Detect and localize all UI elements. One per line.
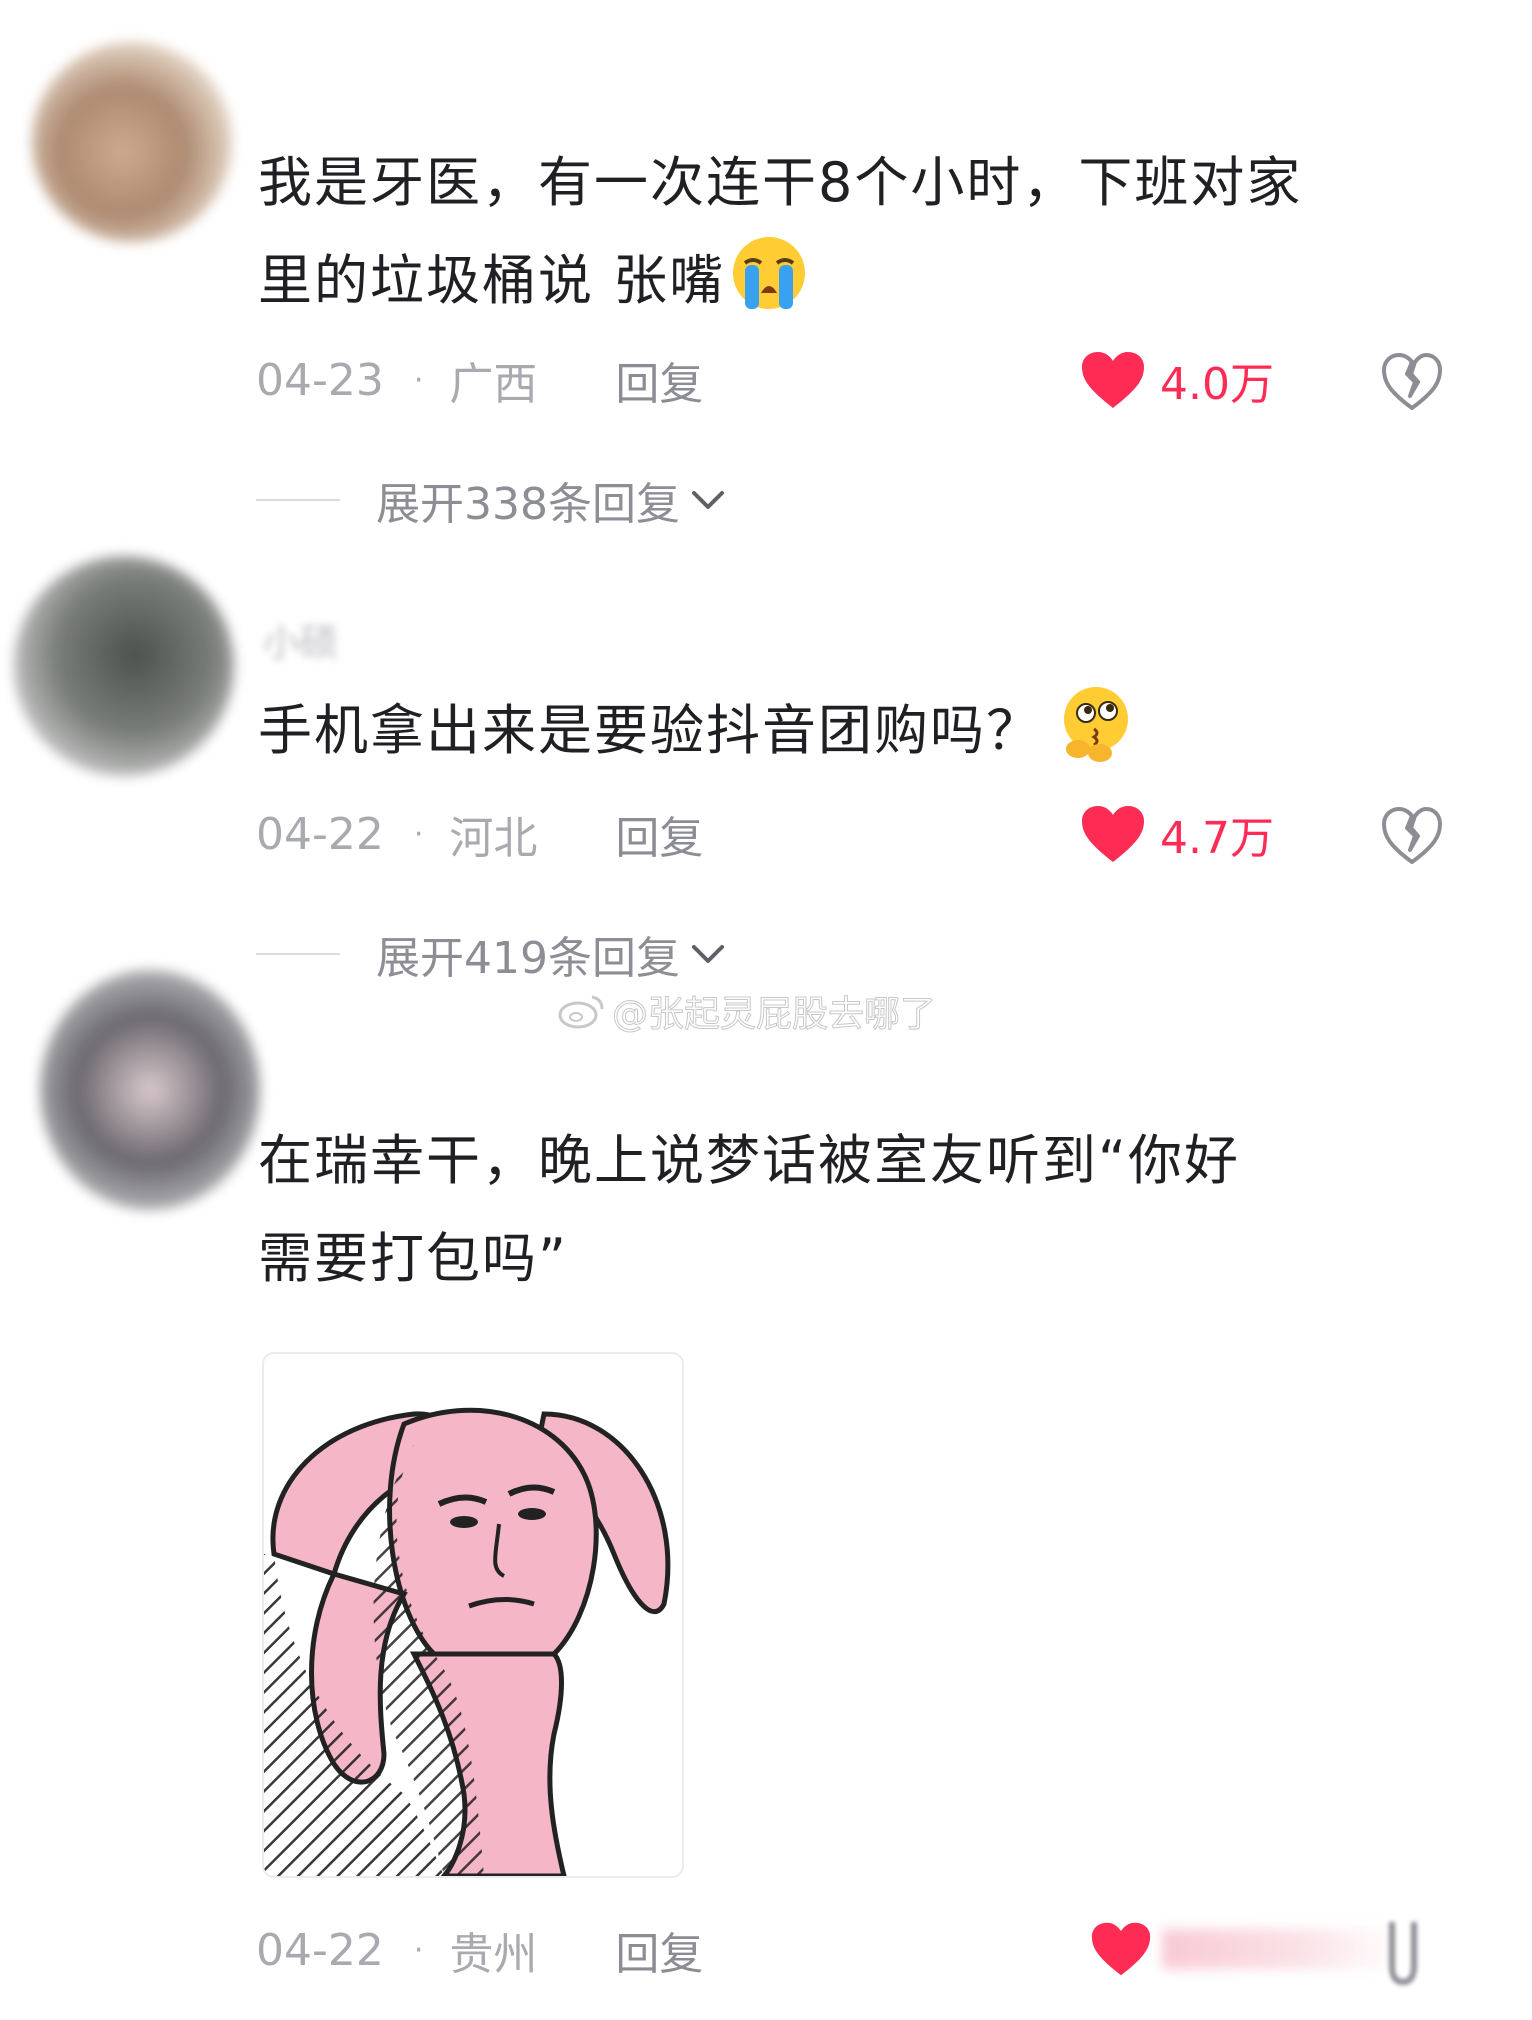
comment-text: 手机拿出来是要验抖音团购吗？ [258, 682, 1134, 780]
expand-replies-button[interactable]: 展开338条回复 [256, 470, 728, 530]
heart-icon [1082, 806, 1144, 862]
watermark-text: @张起灵屁股去哪了 [611, 994, 937, 1036]
avatar[interactable] [32, 42, 232, 242]
separator-dot: · [413, 816, 424, 852]
weibo-icon [558, 995, 604, 1029]
comment-meta: 04-22 · 河北 回复 [256, 802, 703, 866]
pink-bunny-man-face-sticker[interactable] [262, 1352, 684, 1878]
watermark: @张起灵屁股去哪了 [556, 984, 937, 1038]
like-button[interactable]: 4.0万 [1080, 350, 1274, 410]
reply-button[interactable]: 回复 [615, 802, 703, 866]
comment-text: 我是牙医，有一次连干8个小时，下班对家 里的垃圾桶说 张嘴 [258, 134, 1302, 330]
comment-text-line: 我是牙医，有一次连干8个小时，下班对家 [258, 151, 1303, 214]
comment-text-line: 里的垃圾桶说 张嘴 [258, 232, 1302, 330]
divider-line [256, 953, 340, 955]
comment-date: 04-23 [256, 354, 384, 406]
comment-text-line: 在瑞幸干，晚上说梦话被室友听到“你好 [258, 1129, 1240, 1192]
divider-line [256, 499, 340, 501]
comment-meta: 04-22 · 贵州 回复 [256, 1918, 703, 1982]
broken-heart-icon[interactable] [1378, 1916, 1428, 1986]
comment-text-line-text: 里的垃圾桶说 张嘴 [258, 249, 726, 312]
heart-icon [1082, 352, 1144, 408]
username[interactable]: 小硕 [262, 612, 338, 667]
broken-heart-icon[interactable] [1380, 804, 1444, 868]
comment-text-line: 需要打包吗” [258, 1227, 568, 1290]
loudly-crying-face-icon [733, 237, 806, 309]
reply-button[interactable]: 回复 [615, 1918, 703, 1982]
reply-button[interactable]: 回复 [615, 348, 703, 412]
chevron-down-icon [691, 945, 724, 963]
avatar[interactable] [40, 970, 260, 1210]
comment-meta: 04-23 · 广西 回复 [256, 348, 703, 412]
expand-replies-label: 展开419条回复 [376, 933, 680, 984]
expand-replies-label: 展开338条回复 [376, 479, 680, 530]
blurred-area [1162, 1929, 1402, 1969]
broken-heart-icon[interactable] [1380, 350, 1444, 414]
heart-icon [1091, 1922, 1151, 1976]
comment-location: 贵州 [449, 1929, 538, 1980]
comment-text: 在瑞幸干，晚上说梦话被室友听到“你好 需要打包吗” [258, 1112, 1240, 1308]
like-button[interactable]: 4.7万 [1080, 804, 1274, 864]
comment-text-line: 手机拿出来是要验抖音团购吗？ [258, 682, 1134, 780]
like-count: 4.7万 [1160, 813, 1274, 864]
chevron-down-icon [691, 491, 724, 509]
comment-location: 河北 [449, 813, 538, 864]
comment-location: 广西 [449, 359, 538, 410]
separator-dot: · [413, 1932, 424, 1968]
sticker-illustration [264, 1407, 671, 1876]
comment-date: 04-22 [256, 1924, 384, 1976]
like-button[interactable] [1090, 1914, 1402, 1984]
comment-text-line-text: 手机拿出来是要验抖音团购吗？ [258, 699, 1042, 762]
like-count: 4.0万 [1160, 359, 1274, 410]
expand-replies-button[interactable]: 展开419条回复 [256, 924, 728, 984]
comment-date: 04-22 [256, 808, 384, 860]
thinking-blowing-kiss-face-icon [1064, 687, 1128, 762]
separator-dot: · [413, 362, 424, 398]
avatar[interactable] [14, 556, 234, 776]
